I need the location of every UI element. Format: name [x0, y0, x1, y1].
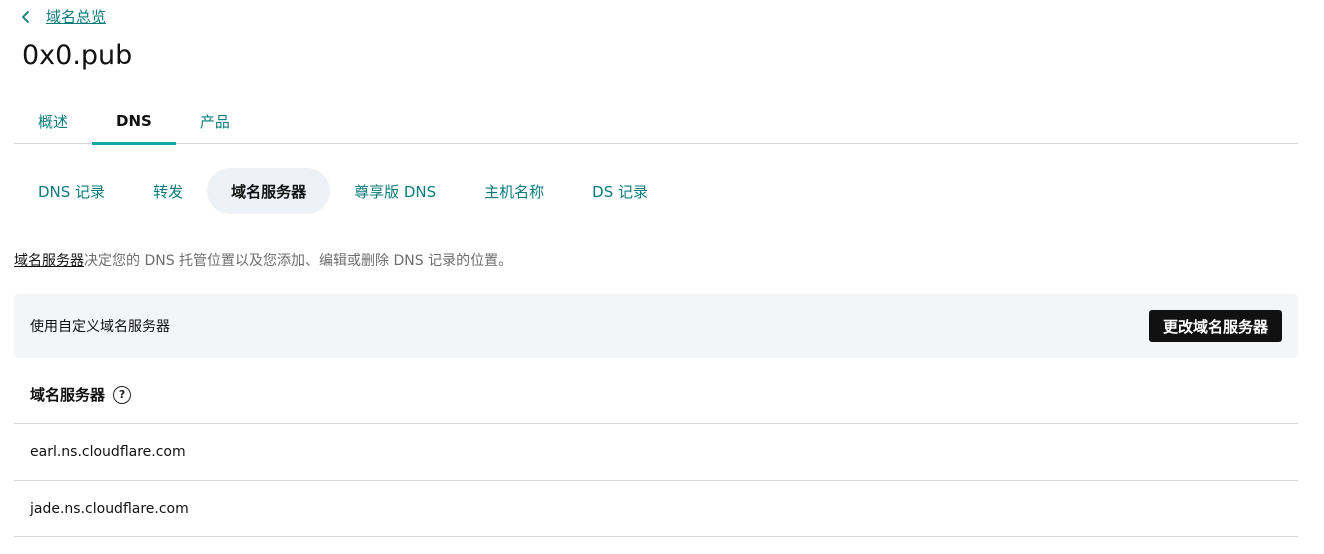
- main-tabs: 概述 DNS 产品: [14, 98, 1298, 145]
- custom-nameserver-label: 使用自定义域名服务器: [30, 319, 170, 335]
- tab-dns[interactable]: DNS: [92, 98, 176, 145]
- nameservers-section-header: 域名服务器 ?: [30, 384, 132, 405]
- page-title: 0x0.pub: [22, 40, 133, 71]
- subtab-label: DS 记录: [592, 182, 649, 201]
- subtab-label: 尊享版 DNS: [354, 182, 437, 201]
- chevron-left-icon: [22, 10, 29, 23]
- nameserver-row: jade.ns.cloudflare.com: [14, 480, 1298, 537]
- back-to-domains-link[interactable]: 域名总览: [20, 6, 106, 27]
- subtab-forwarding[interactable]: 转发: [129, 168, 207, 214]
- nameserver-value: jade.ns.cloudflare.com: [30, 500, 189, 517]
- subtab-label: 域名服务器: [231, 182, 307, 201]
- dns-sub-tabs: DNS 记录 转发 域名服务器 尊享版 DNS 主机名称 DS 记录: [14, 168, 672, 214]
- nameserver-value: earl.ns.cloudflare.com: [30, 444, 186, 460]
- subtab-label: DNS 记录: [38, 182, 106, 201]
- nameserver-list: earl.ns.cloudflare.com jade.ns.cloudflar…: [14, 423, 1298, 537]
- question-circle-icon[interactable]: ?: [113, 385, 132, 404]
- subtab-dns-records[interactable]: DNS 记录: [14, 168, 129, 214]
- tab-label: 概述: [38, 112, 69, 131]
- subtab-label: 转发: [153, 182, 184, 201]
- subtab-ds-records[interactable]: DS 记录: [568, 168, 672, 214]
- change-nameservers-button[interactable]: 更改域名服务器: [1148, 310, 1282, 342]
- subtab-label: 主机名称: [484, 182, 545, 201]
- page: 域名总览 0x0.pub 概述 DNS 产品 DNS 记录 转发 域名服务器 尊…: [0, 0, 1324, 554]
- subtab-hostnames[interactable]: 主机名称: [460, 168, 568, 214]
- nameserver-row: earl.ns.cloudflare.com: [14, 423, 1298, 480]
- nameserver-help-link[interactable]: 域名服务器: [14, 253, 84, 269]
- tab-overview[interactable]: 概述: [14, 98, 92, 144]
- nameserver-description: 域名服务器决定您的 DNS 托管位置以及您添加、编辑或删除 DNS 记录的位置。: [14, 250, 512, 270]
- tab-label: DNS: [116, 112, 152, 130]
- subtab-nameservers[interactable]: 域名服务器: [207, 168, 331, 214]
- back-link-label[interactable]: 域名总览: [46, 6, 106, 27]
- tab-products[interactable]: 产品: [176, 98, 254, 144]
- custom-nameserver-panel: 使用自定义域名服务器 更改域名服务器: [14, 294, 1298, 358]
- subtab-premium-dns[interactable]: 尊享版 DNS: [330, 168, 460, 214]
- tab-label: 产品: [199, 112, 230, 131]
- nameservers-heading: 域名服务器: [30, 386, 106, 404]
- description-text: 决定您的 DNS 托管位置以及您添加、编辑或删除 DNS 记录的位置。: [84, 253, 513, 269]
